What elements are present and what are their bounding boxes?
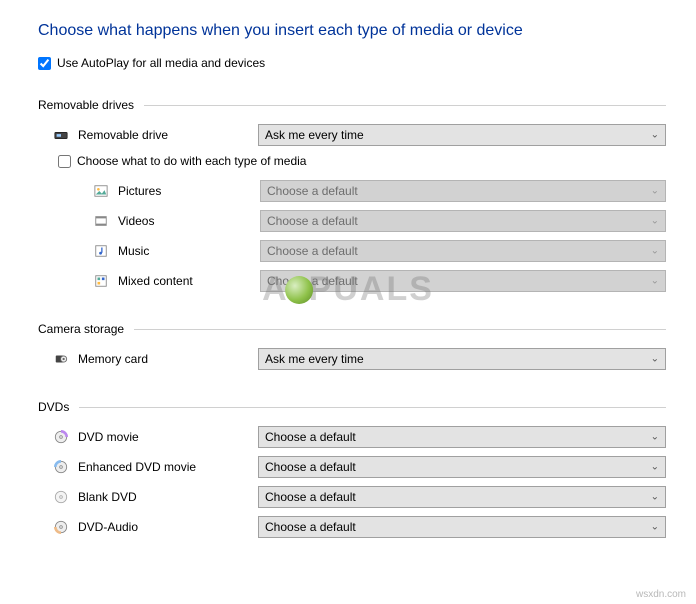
dvd-movie-dropdown[interactable]: Choose a default ⌄ bbox=[258, 426, 666, 448]
videos-value: Choose a default bbox=[267, 214, 358, 228]
memory-card-icon bbox=[52, 352, 70, 366]
videos-label: Videos bbox=[118, 214, 260, 228]
use-autoplay-row: Use AutoPlay for all media and devices bbox=[38, 56, 666, 70]
blank-dvd-value: Choose a default bbox=[265, 490, 356, 504]
dvd-audio-label: DVD-Audio bbox=[78, 520, 258, 534]
videos-icon bbox=[92, 214, 110, 228]
removable-drive-row: Removable drive Ask me every time ⌄ bbox=[38, 124, 666, 146]
enhanced-dvd-icon bbox=[52, 460, 70, 474]
footer-watermark: wsxdn.com bbox=[636, 589, 686, 600]
chevron-down-icon: ⌄ bbox=[651, 492, 659, 503]
camera-storage-section-header: Camera storage bbox=[38, 322, 666, 336]
enhanced-dvd-label: Enhanced DVD movie bbox=[78, 460, 258, 474]
videos-dropdown[interactable]: Choose a default ⌄ bbox=[260, 210, 666, 232]
dvd-movie-label: DVD movie bbox=[78, 430, 258, 444]
memory-card-label: Memory card bbox=[78, 352, 258, 366]
music-label: Music bbox=[118, 244, 260, 258]
music-icon bbox=[92, 244, 110, 258]
dvds-legend: DVDs bbox=[38, 400, 75, 414]
chevron-down-icon: ⌄ bbox=[651, 276, 659, 287]
divider bbox=[79, 407, 666, 408]
chevron-down-icon: ⌄ bbox=[651, 462, 659, 473]
dvds-section-header: DVDs bbox=[38, 400, 666, 414]
dvd-audio-dropdown[interactable]: Choose a default ⌄ bbox=[258, 516, 666, 538]
enhanced-dvd-row: Enhanced DVD movie Choose a default ⌄ bbox=[38, 456, 666, 478]
mixed-content-icon bbox=[92, 274, 110, 288]
mixed-value: Choose a default bbox=[267, 274, 358, 288]
memory-card-row: Memory card Ask me every time ⌄ bbox=[38, 348, 666, 370]
memory-card-value: Ask me every time bbox=[265, 352, 364, 366]
use-autoplay-label: Use AutoPlay for all media and devices bbox=[57, 56, 265, 70]
page-title: Choose what happens when you insert each… bbox=[38, 22, 666, 40]
blank-dvd-label: Blank DVD bbox=[78, 490, 258, 504]
blank-dvd-row: Blank DVD Choose a default ⌄ bbox=[38, 486, 666, 508]
dvd-movie-value: Choose a default bbox=[265, 430, 356, 444]
removable-drive-dropdown[interactable]: Ask me every time ⌄ bbox=[258, 124, 666, 146]
dvd-movie-row: DVD movie Choose a default ⌄ bbox=[38, 426, 666, 448]
memory-card-dropdown[interactable]: Ask me every time ⌄ bbox=[258, 348, 666, 370]
chevron-down-icon: ⌄ bbox=[651, 522, 659, 533]
chevron-down-icon: ⌄ bbox=[651, 216, 659, 227]
videos-row: Videos Choose a default ⌄ bbox=[92, 210, 666, 232]
chevron-down-icon: ⌄ bbox=[651, 246, 659, 257]
pictures-icon bbox=[92, 184, 110, 198]
pictures-row: Pictures Choose a default ⌄ bbox=[92, 180, 666, 202]
removable-drives-section-header: Removable drives bbox=[38, 98, 666, 112]
mixed-dropdown[interactable]: Choose a default ⌄ bbox=[260, 270, 666, 292]
dvd-audio-row: DVD-Audio Choose a default ⌄ bbox=[38, 516, 666, 538]
mixed-row: Mixed content Choose a default ⌄ bbox=[92, 270, 666, 292]
chevron-down-icon: ⌄ bbox=[651, 432, 659, 443]
media-type-checkbox[interactable] bbox=[58, 155, 71, 168]
removable-drive-label: Removable drive bbox=[78, 128, 258, 142]
blank-dvd-dropdown[interactable]: Choose a default ⌄ bbox=[258, 486, 666, 508]
chevron-down-icon: ⌄ bbox=[651, 186, 659, 197]
removable-drive-value: Ask me every time bbox=[265, 128, 364, 142]
media-type-subcheck-row: Choose what to do with each type of medi… bbox=[38, 154, 666, 168]
media-type-label: Choose what to do with each type of medi… bbox=[77, 154, 306, 168]
enhanced-dvd-value: Choose a default bbox=[265, 460, 356, 474]
dvd-audio-value: Choose a default bbox=[265, 520, 356, 534]
dvd-audio-icon bbox=[52, 520, 70, 534]
mixed-label: Mixed content bbox=[118, 274, 260, 288]
blank-dvd-icon bbox=[52, 490, 70, 504]
pictures-label: Pictures bbox=[118, 184, 260, 198]
pictures-value: Choose a default bbox=[267, 184, 358, 198]
enhanced-dvd-dropdown[interactable]: Choose a default ⌄ bbox=[258, 456, 666, 478]
removable-drive-icon bbox=[52, 128, 70, 142]
pictures-dropdown[interactable]: Choose a default ⌄ bbox=[260, 180, 666, 202]
divider bbox=[144, 105, 666, 106]
chevron-down-icon: ⌄ bbox=[651, 130, 659, 141]
music-row: Music Choose a default ⌄ bbox=[92, 240, 666, 262]
camera-storage-legend: Camera storage bbox=[38, 322, 130, 336]
music-value: Choose a default bbox=[267, 244, 358, 258]
divider bbox=[134, 329, 666, 330]
use-autoplay-checkbox[interactable] bbox=[38, 57, 51, 70]
removable-drives-legend: Removable drives bbox=[38, 98, 140, 112]
music-dropdown[interactable]: Choose a default ⌄ bbox=[260, 240, 666, 262]
chevron-down-icon: ⌄ bbox=[651, 354, 659, 365]
dvd-movie-icon bbox=[52, 430, 70, 444]
